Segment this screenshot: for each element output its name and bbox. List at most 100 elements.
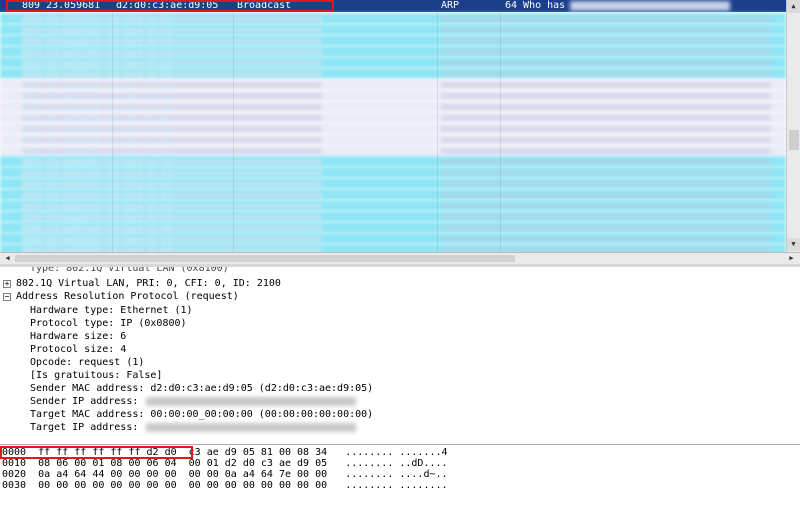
packet-row[interactable]: 829 23.067280 10.104.0.36 ARP 10.104.0.1 [0, 222, 786, 233]
hex-dump-pane[interactable]: 0000 ff ff ff ff ff ff d2 d0 c3 ae d9 05… [0, 444, 800, 519]
packet-row-info: ARP 10.104.0.1 [441, 181, 771, 187]
packet-row[interactable]: 827 23.066520 10.104.0.34 ARP 10.104.0.1 [0, 200, 786, 211]
hex-ascii: ........ .......4 [345, 447, 448, 458]
packet-row-summary: 811 23.060400 10.104.0.23 [22, 27, 322, 35]
packet-row[interactable]: 828 23.066901 10.104.0.35 ARP 10.104.0.1 [0, 211, 786, 222]
packet-row-summary: 823 23.065001 10.104.0.30 [22, 159, 322, 167]
packet-row-info: ARP 10.104.0.1 [441, 214, 771, 220]
packet-row[interactable]: 810 23.060112 10.104.0.22 ARP 10.104.0.1 [0, 13, 786, 24]
packet-row-info: ARP 10.104.0.1 [441, 225, 771, 231]
packet-row-summary: 819 23.063480 d2:d0:c3:ae [22, 115, 322, 123]
packet-row-info: ARP Who has [441, 137, 771, 143]
packet-row-info: ARP Who has [441, 126, 771, 132]
packet-row[interactable]: 826 23.066140 10.104.0.33 ARP 10.104.0.1 [0, 189, 786, 200]
packet-row[interactable]: 824 23.065380 10.104.0.31 ARP 10.104.0.1 [0, 167, 786, 178]
packet-row-summary: 815 23.062001 10.104.0.27 [22, 71, 322, 79]
detail-gratuitous[interactable]: [Is gratuitous: False] [30, 369, 162, 382]
scroll-thumb[interactable] [15, 255, 515, 262]
packet-row-info: ARP Who has [441, 93, 771, 99]
hex-ascii: ........ ....d~.. [345, 469, 448, 480]
packet-row-summary: 810 23.060112 10.104.0.22 [22, 16, 322, 24]
packet-row[interactable]: 814 23.061602 10.104.0.26 ARP 10.104.0.1 [0, 57, 786, 68]
packet-row[interactable]: 815 23.062001 10.104.0.27 ARP 10.104.0.1 [0, 68, 786, 79]
column-separator [437, 12, 438, 252]
packet-row-summary: 829 23.067280 10.104.0.36 [22, 225, 322, 233]
annotation-highlight-box [0, 446, 193, 459]
hex-bytes: 00 00 00 00 00 00 00 00 00 00 00 00 00 0… [38, 480, 328, 491]
packet-row-info: ARP Who has [441, 148, 771, 154]
detail-hw-size[interactable]: Hardware size: 6 [30, 330, 126, 343]
detail-opcode[interactable]: Opcode: request (1) [30, 356, 144, 369]
detail-target-mac[interactable]: Target MAC address: 00:00:00_00:00:00 (0… [30, 408, 373, 421]
redacted-value [146, 422, 357, 432]
packet-row[interactable]: 811 23.060400 10.104.0.23 ARP 10.104.0.1 [0, 24, 786, 35]
scroll-down-icon[interactable]: ▼ [787, 238, 800, 251]
detail-sender-ip: Sender IP address: [30, 396, 139, 407]
packet-row[interactable]: 822 23.064622 d2:d0:c3:ae ARP Who has [0, 145, 786, 156]
packet-row-summary: 818 23.063100 d2:d0:c3:ae [22, 104, 322, 112]
scroll-thumb[interactable] [789, 130, 799, 150]
hex-offset: 0020 [2, 469, 27, 480]
detail-proto-type[interactable]: Protocol type: IP (0x0800) [30, 317, 187, 330]
packet-row-summary: 822 23.064622 d2:d0:c3:ae [22, 148, 322, 156]
tree-collapse-icon[interactable]: − [3, 293, 11, 301]
packet-row[interactable]: 813 23.061245 10.104.0.25 ARP 10.104.0.1 [0, 46, 786, 57]
detail-target-ip: Target IP address: [30, 422, 139, 433]
packet-row-summary: 816 23.062390 d2:d0:c3:ae [22, 82, 322, 90]
redacted-info [570, 1, 730, 11]
detail-sender-ip-row[interactable]: Sender IP address: [30, 395, 357, 408]
hex-ascii: ........ ........ [345, 480, 448, 491]
packet-row[interactable]: 819 23.063480 d2:d0:c3:ae ARP Who has [0, 112, 786, 123]
packet-row-info: ARP 10.104.0.1 [441, 159, 771, 165]
packet-row[interactable]: 823 23.065001 10.104.0.30 ARP 10.104.0.1 [0, 156, 786, 167]
packet-row-info: ARP 10.104.0.1 [441, 16, 771, 22]
packet-row-info: ARP Who has [441, 115, 771, 121]
packet-row-info: ARP 10.104.0.1 [441, 38, 771, 44]
packet-row-summary: 830 23.067661 10.104.0.37 [22, 236, 322, 244]
scroll-right-icon[interactable]: ▶ [785, 253, 798, 264]
packet-row-info: ARP 10.104.0.1 [441, 27, 771, 33]
packet-row[interactable]: 812 23.060871 10.104.0.24 ARP 10.104.0.1 [0, 35, 786, 46]
column-separator [500, 12, 501, 252]
detail-hw-type[interactable]: Hardware type: Ethernet (1) [30, 304, 193, 317]
vertical-scrollbar[interactable]: ▲ ▼ [786, 0, 800, 252]
packet-list-pane[interactable]: 809 23.059681 d2:d0:c3:ae:d9:05 Broadcas… [0, 0, 800, 252]
packet-row[interactable]: 816 23.062390 d2:d0:c3:ae ARP Who has [0, 79, 786, 90]
packet-protocol: ARP [441, 0, 460, 11]
packet-row[interactable]: 817 23.062771 d2:d0:c3:ae ARP Who has [0, 90, 786, 101]
packet-row-info: ARP 10.104.0.1 [441, 192, 771, 198]
detail-target-ip-row[interactable]: Target IP address: [30, 421, 357, 434]
packet-row-summary: 821 23.064240 d2:d0:c3:ae [22, 137, 322, 145]
detail-vlan[interactable]: 802.1Q Virtual LAN, PRI: 0, CFI: 0, ID: … [16, 277, 281, 290]
packet-row[interactable]: 825 23.065761 10.104.0.32 ARP 10.104.0.1 [0, 178, 786, 189]
detail-arp[interactable]: Address Resolution Protocol (request) [16, 290, 239, 303]
detail-proto-size[interactable]: Protocol size: 4 [30, 343, 126, 356]
hex-offset: 0030 [2, 480, 27, 491]
hex-ascii: ........ ..dD.... [345, 458, 448, 469]
redacted-value [146, 396, 357, 406]
tree-expand-icon[interactable]: + [3, 280, 11, 288]
packet-row[interactable]: 830 23.067661 10.104.0.37 ARP 10.104.0.1 [0, 233, 786, 244]
packet-row[interactable]: 820 23.063861 d2:d0:c3:ae ARP Who has [0, 123, 786, 134]
packet-row-summary: 814 23.061602 10.104.0.26 [22, 60, 322, 68]
column-separator [233, 12, 234, 252]
packet-row[interactable]: 821 23.064240 d2:d0:c3:ae ARP Who has [0, 134, 786, 145]
detail-sender-mac[interactable]: Sender MAC address: d2:d0:c3:ae:d9:05 (d… [30, 382, 373, 395]
packet-row-summary: 817 23.062771 d2:d0:c3:ae [22, 93, 322, 101]
packet-row-summary: 813 23.061245 10.104.0.25 [22, 49, 322, 57]
scroll-left-icon[interactable]: ◀ [1, 253, 14, 264]
packet-row-info: ARP Who has [441, 104, 771, 110]
packet-row-summary: 828 23.066901 10.104.0.35 [22, 214, 322, 222]
packet-row-summary: 824 23.065380 10.104.0.31 [22, 170, 322, 178]
packet-row[interactable]: 831 23.068040 10.104.0.38ARP 10.104.0.1 [0, 244, 786, 252]
annotation-highlight-box [6, 0, 334, 12]
packet-row-summary: 825 23.065761 10.104.0.32 [22, 181, 322, 189]
hex-bytes: 0a a4 64 44 00 00 00 00 00 00 0a a4 64 7… [38, 469, 328, 480]
packet-details-pane[interactable]: Type: 802.1Q Virtual LAN (0x8100) + 802.… [0, 267, 800, 442]
hex-line[interactable]: 0030 00 00 00 00 00 00 00 00 00 00 00 00… [2, 480, 448, 492]
packet-row-info: ARP 10.104.0.1 [441, 170, 771, 176]
packet-row[interactable]: 818 23.063100 d2:d0:c3:ae ARP Who has [0, 101, 786, 112]
packet-row-info: ARP 10.104.0.1 [441, 60, 771, 66]
detail-ethertype[interactable]: Type: 802.1Q Virtual LAN (0x8100) [30, 267, 229, 275]
scroll-up-icon[interactable]: ▲ [787, 0, 800, 13]
